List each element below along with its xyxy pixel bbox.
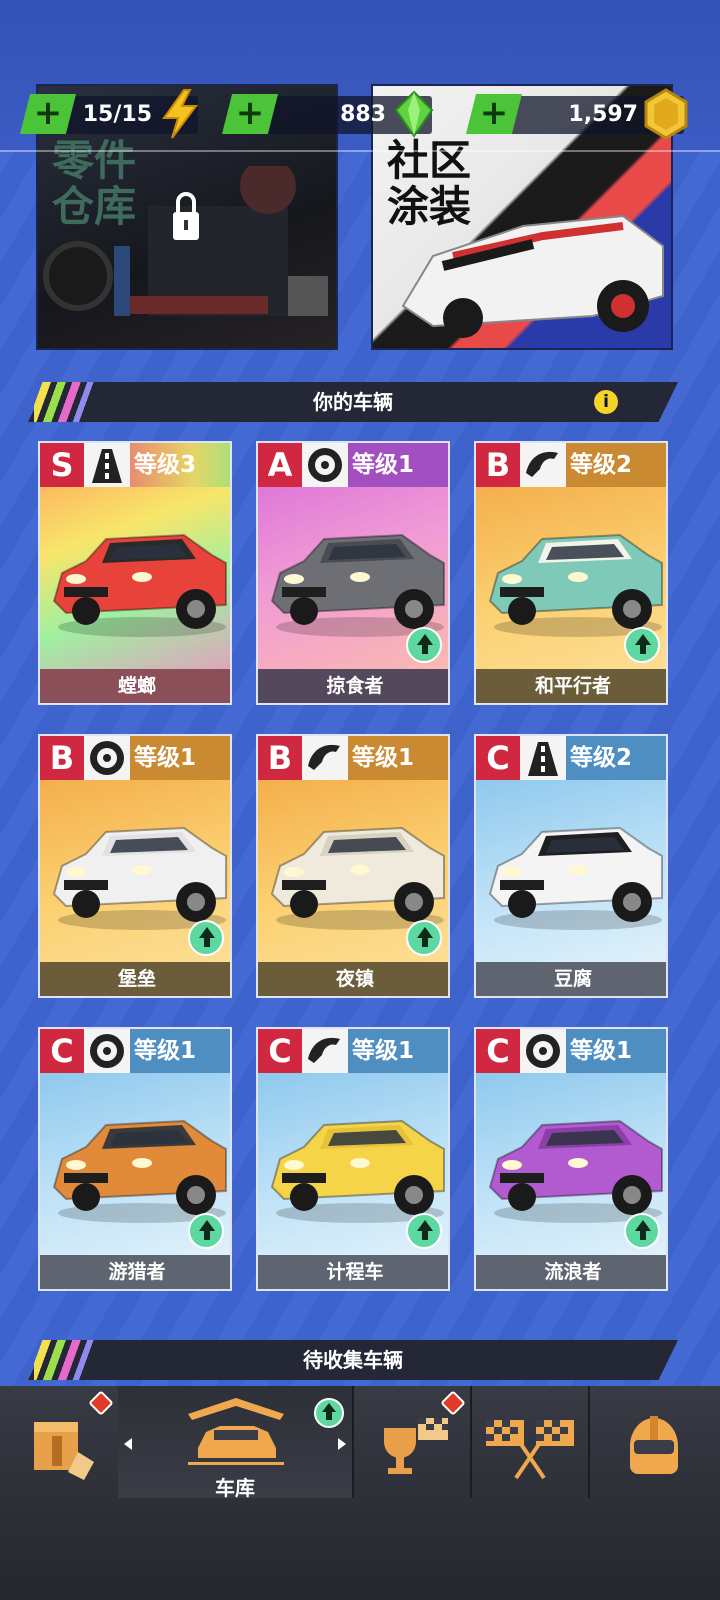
vehicle-name: 流浪者 [476, 1255, 666, 1289]
header-divider [0, 150, 720, 152]
car-image [52, 826, 227, 930]
tire-icon [84, 1029, 130, 1073]
your-vehicles-title: 你的车辆 [313, 390, 393, 414]
road-icon [520, 736, 566, 780]
car-image [270, 533, 445, 637]
info-icon[interactable]: i [594, 390, 618, 414]
nav-garage[interactable]: 车库 [118, 1386, 354, 1500]
nav-profile[interactable] [588, 1386, 720, 1498]
upgrade-arrow-icon [406, 920, 442, 956]
car-image [488, 826, 663, 930]
vehicle-card[interactable]: C 等级1 流浪者 [474, 1027, 668, 1291]
grade-badge: B [258, 736, 302, 780]
nav-shop[interactable] [0, 1386, 120, 1498]
tire-icon [302, 443, 348, 487]
upgrade-arrow-icon [624, 627, 660, 663]
to-collect-title: 待收集车辆 [303, 1348, 403, 1372]
grade-badge: C [40, 1029, 84, 1073]
helmet-icon [630, 1416, 678, 1474]
checkered-flags-icon [486, 1420, 574, 1480]
car-image [52, 533, 227, 637]
level-label: 等级1 [566, 1029, 666, 1073]
vehicle-card[interactable]: B 等级2 和平行者 [474, 441, 668, 705]
garage-car-icon [188, 1398, 284, 1465]
level-label: 等级1 [130, 1029, 230, 1073]
level-label: 等级1 [130, 736, 230, 780]
tire-icon [520, 1029, 566, 1073]
crate-icon [34, 1422, 94, 1480]
horse-icon [302, 1029, 348, 1073]
level-label: 等级2 [566, 736, 666, 780]
nav-events[interactable] [352, 1386, 472, 1498]
grade-badge: B [40, 736, 84, 780]
chevron-right-icon[interactable] [338, 1438, 346, 1450]
lightning-icon [162, 89, 198, 139]
car-image [270, 1119, 445, 1223]
road-icon [84, 443, 130, 487]
upgrade-arrow-icon [624, 1213, 660, 1249]
your-vehicles-header: 你的车辆 i [28, 382, 678, 422]
vehicle-name: 夜镇 [258, 962, 448, 996]
level-label: 等级3 [130, 443, 230, 487]
painted-car-illustration [401, 214, 664, 338]
car-image [270, 826, 445, 930]
car-image [52, 1119, 227, 1223]
trophy-flag-icon [384, 1418, 448, 1474]
coin-value: 1,597 [568, 102, 638, 127]
bottom-nav: 车库 [0, 1386, 720, 1600]
gem-icon [394, 90, 434, 138]
chevron-left-icon[interactable] [124, 1438, 132, 1450]
vehicle-name: 掠食者 [258, 669, 448, 703]
coin-counter: + 1,597 [466, 88, 688, 140]
vehicle-card[interactable]: C 等级1 游猎者 [38, 1027, 232, 1291]
upgrade-arrow-icon [406, 1213, 442, 1249]
level-label: 等级1 [348, 1029, 448, 1073]
vehicle-name: 计程车 [258, 1255, 448, 1289]
energy-value: 15/15 [82, 102, 152, 127]
nav-race[interactable] [470, 1386, 590, 1498]
vehicle-card[interactable]: C 等级2 豆腐 [474, 734, 668, 998]
horse-icon [520, 443, 566, 487]
vehicle-card[interactable]: B 等级1 夜镇 [256, 734, 450, 998]
level-label: 等级2 [566, 443, 666, 487]
vehicle-card[interactable]: B 等级1 堡垒 [38, 734, 232, 998]
upgrade-arrow-icon [406, 627, 442, 663]
garage-label: 车库 [215, 1476, 255, 1500]
grade-badge: A [258, 443, 302, 487]
level-label: 等级1 [348, 443, 448, 487]
energy-counter: + 15/15 [20, 89, 198, 139]
to-collect-header: 待收集车辆 [28, 1340, 678, 1380]
grade-badge: C [258, 1029, 302, 1073]
vehicle-name: 游猎者 [40, 1255, 230, 1289]
vehicle-card[interactable]: A 等级1 掠食者 [256, 441, 450, 705]
grade-badge: C [476, 736, 520, 780]
level-label: 等级1 [348, 736, 448, 780]
garage-upgrade-badge [314, 1398, 344, 1428]
vehicle-name: 和平行者 [476, 669, 666, 703]
coin-icon [644, 88, 688, 140]
car-image [488, 1119, 663, 1223]
vehicle-name: 豆腐 [476, 962, 666, 996]
horse-icon [302, 736, 348, 780]
vehicle-name: 螳螂 [40, 669, 230, 703]
upgrade-arrow-icon [188, 920, 224, 956]
vehicle-card[interactable]: S 等级3 螳螂 [38, 441, 232, 705]
vehicle-card[interactable]: C 等级1 计程车 [256, 1027, 450, 1291]
tire-icon [84, 736, 130, 780]
grade-badge: C [476, 1029, 520, 1073]
grade-badge: B [476, 443, 520, 487]
gem-counter: + 883 [222, 90, 434, 138]
vehicle-name: 堡垒 [40, 962, 230, 996]
upgrade-arrow-icon [188, 1213, 224, 1249]
car-image [488, 533, 663, 637]
grade-badge: S [40, 443, 84, 487]
gem-value: 883 [340, 102, 386, 127]
lock-icon [173, 192, 199, 240]
